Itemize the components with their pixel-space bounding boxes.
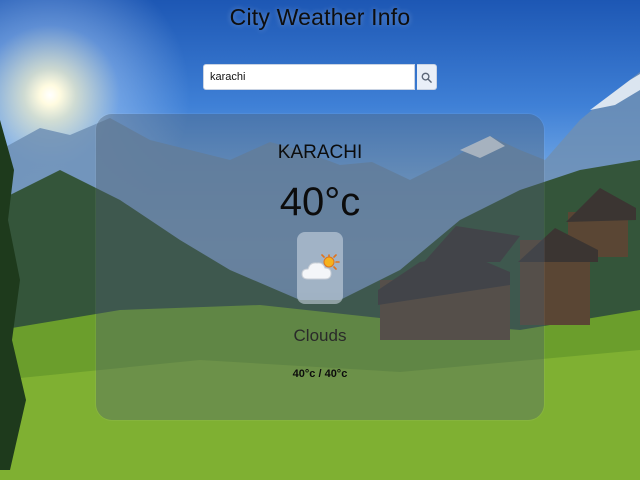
weather-card: KARACHI 40°c Clouds 40°c / 40°c [96,114,544,420]
city-name: KARACHI [277,142,363,163]
search-icon [421,72,432,83]
weather-icon-box [297,232,343,304]
partly-cloudy-icon [301,254,340,280]
search-bar [203,64,437,90]
weather-condition: Clouds [293,326,347,345]
page-title: City Weather Info [229,4,411,30]
temperature: 40°c [279,180,361,224]
search-input[interactable] [203,64,415,90]
search-button[interactable] [417,64,437,90]
min-max-temperature: 40°c / 40°c [292,368,348,380]
